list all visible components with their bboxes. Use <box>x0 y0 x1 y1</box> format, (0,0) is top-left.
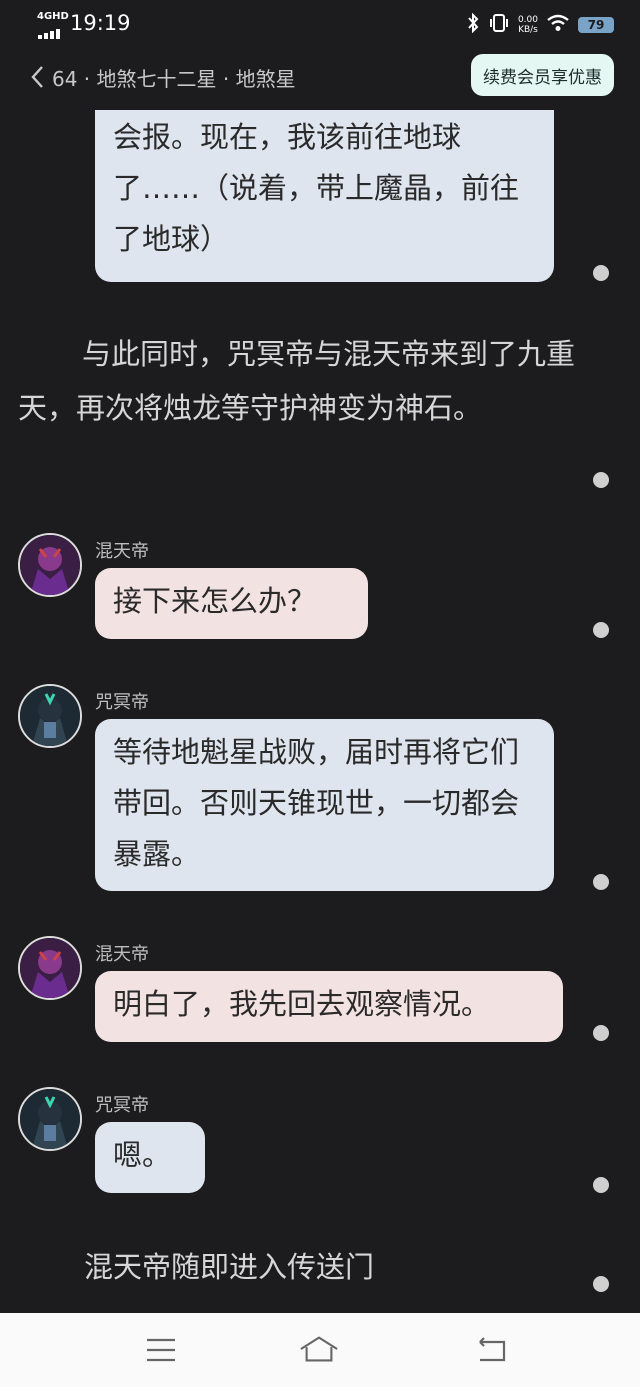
comment-dot[interactable] <box>593 1025 609 1041</box>
comment-dot[interactable] <box>593 1177 609 1193</box>
comment-dot[interactable] <box>593 622 609 638</box>
chevron-left-icon <box>31 66 43 88</box>
wifi-icon <box>546 14 570 36</box>
comment-dot[interactable] <box>593 1276 609 1292</box>
chapter-header: 64 · 地煞七十二星 · 地煞星 续费会员享优惠 <box>0 54 640 100</box>
narration-text: 与此同时，咒冥帝与混天帝来到了九重天，再次将烛龙等守护神变为神石。 <box>18 337 576 425</box>
avatar-zhoumingdi[interactable] <box>18 1087 82 1151</box>
home-button[interactable] <box>299 1333 339 1367</box>
speed-value: 0.00 <box>517 15 538 25</box>
bluetooth-icon <box>466 12 480 37</box>
menu-button[interactable] <box>141 1333 181 1367</box>
clock: 19:19 <box>70 11 131 35</box>
vibrate-icon <box>488 13 510 37</box>
comment-dot[interactable] <box>593 472 609 488</box>
comment-dot[interactable] <box>593 265 609 281</box>
avatar-huntiandi[interactable] <box>18 936 82 1000</box>
message-bubble: 等待地魁星战败，届时再将它们带回。否则天锥现世，一切都会暴露。 <box>95 719 554 891</box>
comment-dot[interactable] <box>593 874 609 890</box>
network-speed: 0.00 KB/s <box>518 15 538 35</box>
return-icon <box>479 1337 506 1362</box>
back-button[interactable]: 64 · 地煞七十二星 · 地煞星 <box>30 62 296 92</box>
menu-icon <box>147 1338 175 1362</box>
home-icon <box>300 1336 338 1362</box>
renew-membership-button[interactable]: 续费会员享优惠 <box>471 54 614 96</box>
chat-content[interactable]: 会报。现在，我该前往地球了……（说着，带上魔晶，前往了地球） 与此同时，咒冥帝与… <box>0 110 640 1313</box>
status-bar: 4GHD 19:19 0.00 KB/s 79 <box>0 0 640 50</box>
message-text: 等待地魁星战败，届时再将它们带回。否则天锥现世，一切都会暴露。 <box>113 735 520 871</box>
sender-name: 混天帝 <box>95 944 149 965</box>
avatar-zhoumingdi[interactable] <box>18 684 82 748</box>
signal-icon <box>38 24 64 43</box>
message-text: 明白了，我先回去观察情况。 <box>113 987 491 1021</box>
message-bubble: 接下来怎么办？ <box>95 568 368 639</box>
sender-name: 咒冥帝 <box>95 1095 149 1116</box>
speed-unit: KB/s <box>518 25 538 35</box>
chapter-title: 64 · 地煞七十二星 · 地煞星 <box>52 66 296 91</box>
network-type: 4GHD <box>37 11 69 22</box>
narration-text: 混天帝随即进入传送门 <box>84 1250 375 1284</box>
sender-name: 混天帝 <box>95 541 149 562</box>
message-text: 会报。现在，我该前往地球了……（说着，带上魔晶，前往了地球） <box>113 120 520 256</box>
battery-indicator: 79 <box>578 17 614 33</box>
message-text: 嗯。 <box>113 1138 172 1172</box>
message-bubble: 会报。现在，我该前往地球了……（说着，带上魔晶，前往了地球） <box>95 110 554 282</box>
message-bubble: 明白了，我先回去观察情况。 <box>95 971 563 1042</box>
message-bubble: 嗯。 <box>95 1122 205 1193</box>
avatar-huntiandi[interactable] <box>18 533 82 597</box>
sender-name: 咒冥帝 <box>95 692 149 713</box>
message-text: 接下来怎么办？ <box>113 584 317 618</box>
system-navigation-bar <box>0 1313 640 1387</box>
back-nav-button[interactable] <box>470 1333 510 1367</box>
